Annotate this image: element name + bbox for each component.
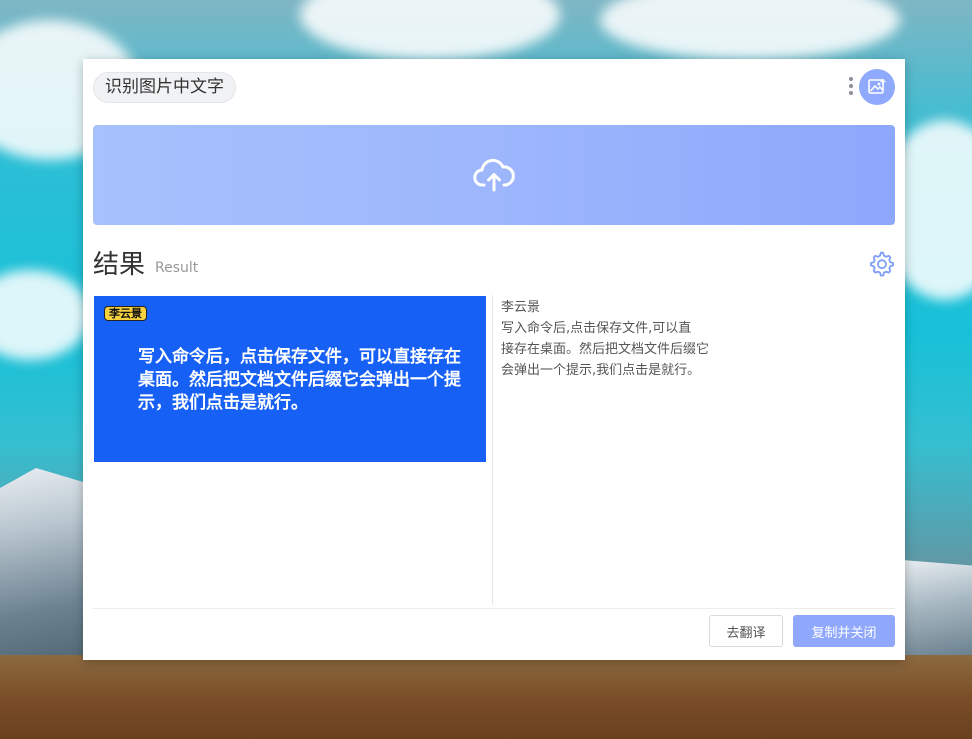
ocr-line: 会弹出一个提示,我们点击是就行。: [501, 363, 701, 378]
ocr-line: 写入命令后,点击保存文件,可以直: [501, 321, 692, 336]
preview-tag: 李云景: [104, 306, 147, 321]
cloud-upload-icon: [473, 158, 515, 192]
image-add-icon[interactable]: [859, 69, 895, 105]
ocr-window: 识别图片中文字 结果 Result 李云景 写入命令后，点击保存文件，可以直接存…: [83, 59, 905, 660]
ocr-line: 李云景: [501, 300, 541, 315]
window-header: 识别图片中文字: [83, 59, 905, 117]
preview-text: 写入命令后，点击保存文件，可以直接存在桌面。然后把文档文件后缀它会弹出一个提示，…: [138, 347, 461, 413]
upload-dropzone[interactable]: [93, 125, 895, 225]
result-subtitle: Result: [155, 260, 199, 276]
more-vertical-icon[interactable]: [845, 77, 857, 99]
app-title: 识别图片中文字: [93, 72, 236, 103]
result-title: 结果: [93, 250, 146, 280]
ocr-result-text[interactable]: 李云景 写入命令后,点击保存文件,可以直 接存在桌面。然后把文档文件后缀它 会弹…: [501, 297, 891, 381]
copy-and-close-button[interactable]: 复制并关闭: [793, 615, 895, 647]
footer-divider: [93, 608, 895, 609]
gear-icon[interactable]: [867, 250, 895, 278]
translate-button[interactable]: 去翻译: [709, 615, 783, 647]
ocr-line: 接存在桌面。然后把文档文件后缀它: [501, 342, 710, 357]
image-preview-pane: 李云景 写入命令后，点击保存文件，可以直接存在桌面。然后把文档文件后缀它会弹出一…: [93, 295, 493, 605]
preview-image: 李云景 写入命令后，点击保存文件，可以直接存在桌面。然后把文档文件后缀它会弹出一…: [94, 296, 486, 462]
